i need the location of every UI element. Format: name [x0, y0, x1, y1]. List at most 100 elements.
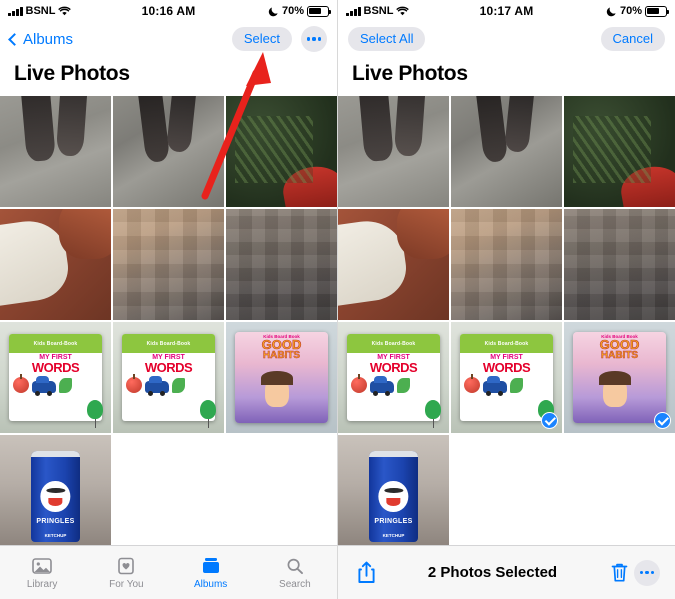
ellipsis-circle-icon[interactable]: [301, 26, 327, 52]
photo-art: [564, 96, 675, 207]
selected-checkmark-icon: [541, 412, 558, 429]
photo-art: [113, 435, 224, 546]
battery-icon: [307, 5, 332, 17]
leaf-illustration: [58, 378, 72, 394]
leaf-illustration: [396, 378, 410, 394]
photo-art: [226, 209, 337, 320]
photo-thumb-empty-1: [113, 435, 224, 546]
car-illustration: [31, 376, 56, 397]
photo-thumb-blurred-1[interactable]: [451, 209, 562, 320]
tab-for-you[interactable]: For You: [84, 556, 168, 590]
more-options-button[interactable]: [633, 559, 661, 587]
tab-search[interactable]: Search: [253, 556, 337, 590]
book-cover: Kids Board Book GOOD HABITS: [572, 331, 667, 423]
can-lid: [369, 450, 418, 457]
photo-thumb-pringles[interactable]: PRINGLES KETCHUP: [338, 435, 449, 546]
photo-thumb-bowl[interactable]: [338, 209, 449, 320]
photo-thumb-words-2[interactable]: Kids Board-Book MY FIRST WORDS: [113, 322, 224, 433]
book-topbar: Kids Board-Book: [346, 334, 441, 354]
photo-thumb-good-habits[interactable]: Kids Board Book GOOD HABITS: [564, 322, 675, 433]
car-illustration: [482, 376, 507, 397]
battery-icon: [645, 5, 670, 17]
selected-checkmark-icon: [654, 412, 671, 429]
ellipsis-circle-icon: [634, 559, 660, 586]
photo-thumb-blurred-2[interactable]: [226, 209, 337, 320]
book-kids-line: Kids Board-Book: [33, 340, 78, 347]
book-illustrations: [9, 374, 102, 397]
book-cover: Kids Board Book GOOD HABITS: [234, 331, 329, 423]
photo-thumb-foliage[interactable]: [564, 96, 675, 207]
book-habits: HABITS: [262, 350, 301, 362]
pringles-mascot-face: [40, 481, 71, 513]
photo-thumb-empty-1: [451, 435, 562, 546]
photo-thumb-feet-2[interactable]: [451, 96, 562, 207]
apple-illustration: [125, 374, 142, 394]
photo-thumb-pringles[interactable]: PRINGLES KETCHUP: [0, 435, 111, 546]
photo-thumb-feet-1[interactable]: [338, 96, 449, 207]
photo-art: PRINGLES KETCHUP: [0, 435, 111, 546]
back-to-albums-button[interactable]: Albums: [8, 30, 74, 48]
page-title-before: Live Photos: [14, 62, 130, 85]
photo-thumb-feet-2[interactable]: [113, 96, 224, 207]
car-illustration: [144, 376, 169, 397]
cancel-button[interactable]: Cancel: [600, 27, 665, 51]
photo-thumb-empty-2: [564, 435, 675, 546]
search-magnifier-icon: [284, 556, 306, 576]
screen-before: BSNL 10:16 AM 70% Albums Select Live Pho…: [0, 0, 337, 599]
tab-library-label: Library: [26, 578, 58, 590]
photo-thumb-bowl[interactable]: [0, 209, 111, 320]
photos-library-icon: [31, 556, 53, 576]
photo-thumb-words-2[interactable]: Kids Board-Book MY FIRST WORDS: [451, 322, 562, 433]
do-not-disturb-moon-icon: [606, 6, 617, 17]
status-right-group: 70%: [268, 5, 332, 17]
nav-bar-before: Albums Select: [0, 22, 337, 56]
selection-toolbar: 2 Photos Selected: [338, 545, 675, 599]
nav-bar-after: Select All Cancel: [338, 22, 675, 56]
photo-art: Kids Board-Book MY FIRST WORDS: [113, 322, 224, 433]
photo-art: Kids Board Book GOOD HABITS: [226, 322, 337, 433]
select-button[interactable]: Select: [231, 27, 292, 51]
trash-icon[interactable]: [605, 559, 633, 587]
balloon-illustration: [425, 399, 442, 428]
nav-right-group: Select: [231, 26, 327, 52]
photo-art: [0, 209, 111, 320]
photo-thumb-words-1[interactable]: Kids Board-Book MY FIRST WORDS: [338, 322, 449, 433]
photo-thumb-foliage[interactable]: [226, 96, 337, 207]
share-upload-icon[interactable]: [352, 559, 380, 587]
book-words: WORDS: [31, 360, 80, 376]
for-you-heart-icon: [115, 556, 137, 576]
book-illustrations: [347, 374, 440, 397]
book-kids-line: Kids Board-Book: [146, 340, 191, 347]
chevron-left-icon: [8, 32, 21, 46]
photo-art: [226, 435, 337, 546]
photo-thumb-words-1[interactable]: Kids Board-Book MY FIRST WORDS: [0, 322, 111, 433]
tab-library[interactable]: Library: [0, 556, 84, 590]
back-label: Albums: [23, 30, 74, 48]
photo-art: Kids Board-Book MY FIRST WORDS: [0, 322, 111, 433]
child-illustration: [599, 370, 631, 407]
tab-albums[interactable]: Albums: [169, 556, 253, 590]
book-topbar: Kids Board-Book: [8, 334, 103, 354]
select-all-button[interactable]: Select All: [348, 27, 426, 51]
book-topbar: Kids Board-Book: [459, 334, 554, 354]
photo-thumb-blurred-1[interactable]: [113, 209, 224, 320]
child-illustration: [261, 370, 293, 407]
nav-right-group: Cancel: [600, 27, 665, 51]
page-title-after: Live Photos: [352, 62, 468, 85]
selection-count-label: 2 Photos Selected: [427, 564, 558, 581]
photo-grid-after: Kids Board-Book MY FIRST WORDS Kids Boar…: [338, 96, 675, 546]
tab-for-you-label: For You: [109, 578, 144, 590]
book-illustrations: [460, 374, 553, 397]
leaf-illustration: [171, 378, 185, 394]
car-illustration: [369, 376, 394, 397]
book-kids-line: Kids Board-Book: [371, 340, 416, 347]
photo-thumb-good-habits[interactable]: Kids Board Book GOOD HABITS: [226, 322, 337, 433]
photo-art: [113, 209, 224, 320]
photo-art: [451, 435, 562, 546]
can-brand-label: PRINGLES: [36, 518, 75, 526]
photo-thumb-blurred-2[interactable]: [564, 209, 675, 320]
photo-art: [451, 209, 562, 320]
photo-art: [564, 435, 675, 546]
photo-art: [226, 96, 337, 207]
photo-thumb-feet-1[interactable]: [0, 96, 111, 207]
